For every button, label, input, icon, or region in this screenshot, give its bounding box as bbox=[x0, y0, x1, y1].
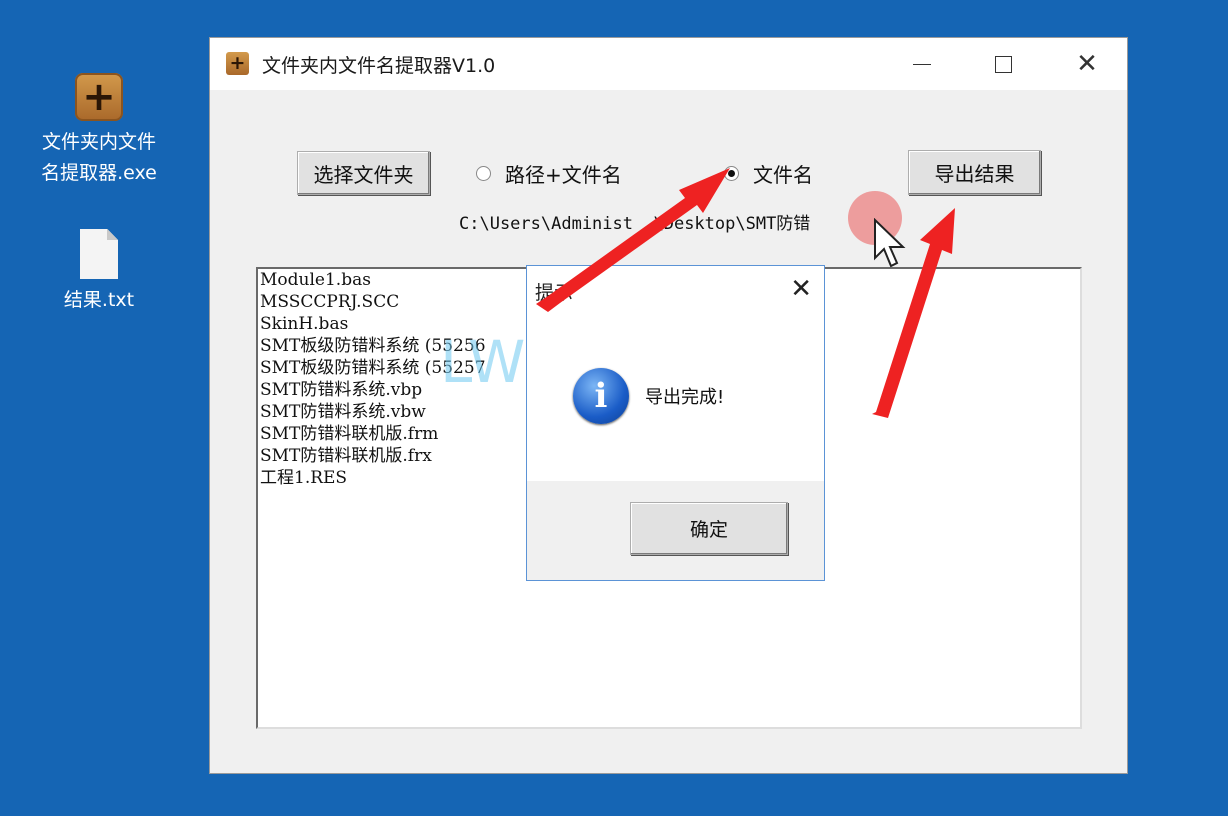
arrow-to-filename-radio bbox=[536, 168, 730, 312]
arrow-to-export-button bbox=[872, 208, 955, 418]
annotation-arrows bbox=[536, 168, 955, 418]
